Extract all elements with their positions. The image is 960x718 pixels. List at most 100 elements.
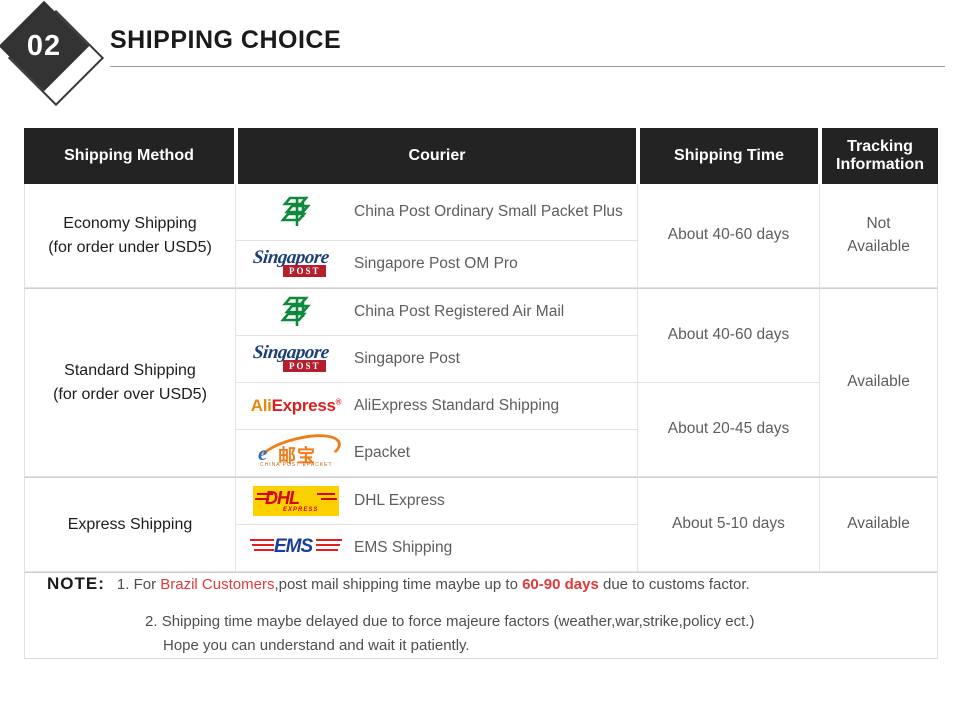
courier-cell-singapore-post: Singapore POST Singapore Post [236, 336, 638, 383]
method-standard-line1: Standard Shipping [64, 361, 196, 379]
note-item-1-part3: due to customs factor. [598, 576, 750, 593]
table-header-row: Shipping Method Courier Shipping Time Tr… [24, 128, 938, 184]
china-post-icon [280, 196, 311, 226]
aliexpress-logo-part1: Ali [250, 396, 272, 415]
note-item-1-highlight-brazil: Brazil Customers [160, 576, 275, 593]
note-item-1-highlight-days: 60-90 days [522, 576, 599, 593]
courier-cell-china-post-registered: China Post Registered Air Mail [236, 288, 638, 336]
shipping-time-express: About 5-10 days [638, 477, 820, 572]
tracking-header-line1: Tracking [847, 138, 913, 156]
tracking-standard: Available [820, 288, 938, 477]
singapore-post-logo: Singapore POST [252, 247, 339, 280]
note-section: NOTE: 1. For Brazil Customers,post mail … [24, 572, 938, 660]
courier-cell-dhl-express: DHL EXPRESS DHL Express [236, 477, 638, 525]
tracking-economy: Not Available [820, 184, 938, 288]
note-item-2-line1-wrap: 2. Shipping time maybe delayed due to fo… [145, 610, 937, 634]
tracking-header-line2: Information [836, 156, 924, 173]
tracking-express: Available [820, 477, 938, 572]
column-header-shipping-time: Shipping Time [638, 128, 820, 184]
china-post-logo [277, 195, 315, 229]
courier-cell-epacket: e 邮宝 CHINA POST EPACKET Epacket [236, 427, 638, 479]
page-header: 02 SHIPPING CHOICE [0, 0, 960, 112]
note-item-2: 2. Shipping time maybe delayed due to fo… [25, 610, 937, 658]
note-item-2-line2: Hope you can understand and wait it pati… [163, 637, 470, 655]
method-economy-shipping: Economy Shipping (for order under USD5) [24, 184, 236, 288]
china-post-logo [277, 295, 315, 329]
dhl-logo-text: DHL [265, 488, 300, 508]
method-standard-line2: (for order over USD5) [53, 385, 207, 403]
method-standard-shipping: Standard Shipping (for order over USD5) [24, 288, 236, 477]
aliexpress-logo-tm: ® [335, 397, 342, 407]
note-item-1-part2: ,post mail shipping time maybe up to [274, 576, 523, 593]
table-row: Standard Shipping (for order over USD5) [24, 288, 938, 477]
courier-cell-singapore-post-om-pro: Singapore POST Singapore Post OM Pro [236, 241, 638, 288]
tracking-economy-line1: Not [866, 215, 891, 233]
epacket-subtext: CHINA POST EPACKET [260, 462, 333, 468]
note-item-2-number: 2. [145, 613, 158, 631]
china-post-icon [280, 296, 311, 326]
shipping-table-wrapper: Shipping Method Courier Shipping Time Tr… [24, 128, 938, 660]
shipping-time-standard-1: About 40-60 days [638, 288, 820, 383]
logo-slot [240, 195, 352, 229]
epacket-logo: e 邮宝 CHINA POST EPACKET [252, 427, 345, 479]
section-number-badge: 02 [0, 0, 105, 107]
courier-name: AliExpress Standard Shipping [354, 396, 560, 414]
tracking-economy-line2: Available [847, 237, 910, 255]
badge-number: 02 [26, 29, 62, 62]
header-divider [110, 66, 945, 67]
table-row: Economy Shipping (for order under USD5) [24, 184, 938, 288]
ems-bar [316, 539, 342, 541]
note-item-1: NOTE: 1. For Brazil Customers,post mail … [25, 573, 937, 596]
ems-bar [250, 539, 274, 541]
column-header-courier: Courier [236, 128, 638, 184]
aliexpress-logo: AliExpress® [251, 396, 342, 416]
method-express-line1: Express Shipping [67, 515, 193, 533]
courier-name: China Post Registered Air Mail [354, 302, 565, 320]
note-row: NOTE: 1. For Brazil Customers,post mail … [24, 572, 938, 660]
note-item-1-part1: For [133, 576, 161, 593]
ems-logo: EMS [250, 534, 342, 562]
courier-cell-ems-shipping: EMS EMS Shipping [236, 525, 638, 572]
column-header-shipping-method: Shipping Method [24, 128, 236, 184]
courier-name: DHL Express [354, 491, 445, 509]
courier-name: China Post Ordinary Small Packet Plus [354, 202, 623, 220]
method-economy-line1: Economy Shipping [63, 214, 197, 232]
ems-bar [252, 544, 274, 546]
dhl-logo: DHL EXPRESS [253, 486, 339, 516]
note-item-1-number: 1. [116, 576, 130, 593]
note-item-2-line1: Shipping time maybe delayed due to force… [161, 613, 755, 631]
shipping-time-standard-2: About 20-45 days [638, 383, 820, 477]
singapore-post-box: POST [283, 360, 326, 372]
note-label: NOTE: [47, 574, 105, 593]
logo-slot: DHL EXPRESS [240, 486, 352, 516]
table-row: Express Shipping DHL EXPRESS DHL Express… [24, 477, 938, 572]
courier-name: EMS Shipping [354, 538, 453, 556]
courier-cell-aliexpress-standard: AliExpress® AliExpress Standard Shipping [236, 383, 638, 430]
ems-bar [316, 544, 340, 546]
dhl-logo-subtext: EXPRESS [283, 507, 319, 513]
logo-slot: Singapore POST [240, 247, 352, 280]
shipping-time-economy: About 40-60 days [638, 184, 820, 288]
dhl-stripe [321, 498, 337, 500]
courier-name: Singapore Post OM Pro [354, 254, 518, 272]
aliexpress-logo-part2: Express [271, 396, 336, 415]
courier-name: Epacket [354, 443, 411, 461]
logo-slot: e 邮宝 CHINA POST EPACKET [240, 427, 352, 479]
method-economy-line2: (for order under USD5) [48, 238, 212, 256]
method-express-shipping: Express Shipping [24, 477, 236, 572]
page-title: SHIPPING CHOICE [110, 26, 342, 54]
ems-logo-text: EMS [274, 536, 313, 557]
column-header-tracking-information: Tracking Information [820, 128, 938, 184]
singapore-post-box: POST [283, 265, 326, 277]
logo-slot [240, 295, 352, 329]
logo-slot: EMS [240, 534, 352, 562]
ems-bar [316, 549, 338, 551]
ems-bar [254, 549, 274, 551]
courier-name: Singapore Post [354, 349, 460, 367]
logo-slot: Singapore POST [240, 342, 352, 375]
singapore-post-logo: Singapore POST [252, 342, 339, 375]
courier-cell-china-post-ordinary: China Post Ordinary Small Packet Plus [236, 184, 638, 241]
dhl-stripe [317, 493, 335, 495]
logo-slot: AliExpress® [240, 396, 352, 416]
note-item-1-text: 1. For Brazil Customers,post mail shippi… [117, 573, 750, 596]
